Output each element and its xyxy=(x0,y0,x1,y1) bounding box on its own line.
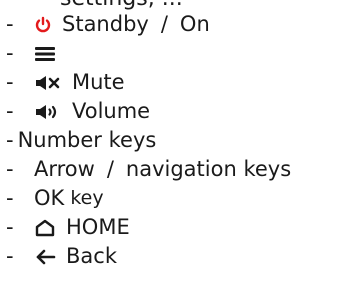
list-bullet: - xyxy=(6,215,14,239)
number-keys-label: Number keys xyxy=(17,128,157,152)
list-bullet: - xyxy=(6,186,14,210)
home-icon xyxy=(34,219,56,237)
navigation-keys-label: navigation keys xyxy=(125,157,292,181)
list-bullet: - xyxy=(6,128,14,152)
list-item-number-keys: - Number keys xyxy=(6,126,291,155)
separator-slash: / xyxy=(160,12,168,36)
on-label: On xyxy=(179,12,210,36)
arrow-label: Arrow xyxy=(34,157,95,181)
list-bullet: - xyxy=(6,99,14,123)
list-item-menu: - xyxy=(6,39,291,68)
list-item-arrow-keys: - Arrow / navigation keys xyxy=(6,155,291,184)
list-bullet: - xyxy=(6,244,14,268)
ok-label: OK xyxy=(34,186,65,210)
home-label: HOME xyxy=(66,215,130,239)
volume-icon xyxy=(34,103,62,121)
list-item-back: - Back xyxy=(6,242,291,271)
standby-label: Standby xyxy=(62,12,149,36)
power-icon xyxy=(34,16,52,34)
separator-slash: / xyxy=(106,157,114,181)
back-label: Back xyxy=(66,244,117,268)
list-item-standby: - Standby / On xyxy=(6,10,291,39)
list-bullet: - xyxy=(6,12,14,36)
list-bullet: - xyxy=(6,41,14,65)
list-item-home: - HOME xyxy=(6,213,291,242)
list-item-volume: - Volume xyxy=(6,97,291,126)
list-item-mute: - Mute xyxy=(6,68,291,97)
back-arrow-icon xyxy=(34,248,56,266)
menu-icon xyxy=(34,46,56,62)
list-bullet: - xyxy=(6,70,14,94)
list-bullet: - xyxy=(6,157,14,181)
key-label: key xyxy=(70,187,104,209)
mute-icon xyxy=(34,74,62,92)
volume-label: Volume xyxy=(72,99,151,123)
remote-keys-list: - Standby / On - - Mute - Volume - Numbe… xyxy=(6,10,291,271)
list-item-ok-key: - OK key xyxy=(6,184,291,213)
mute-label: Mute xyxy=(72,70,125,94)
